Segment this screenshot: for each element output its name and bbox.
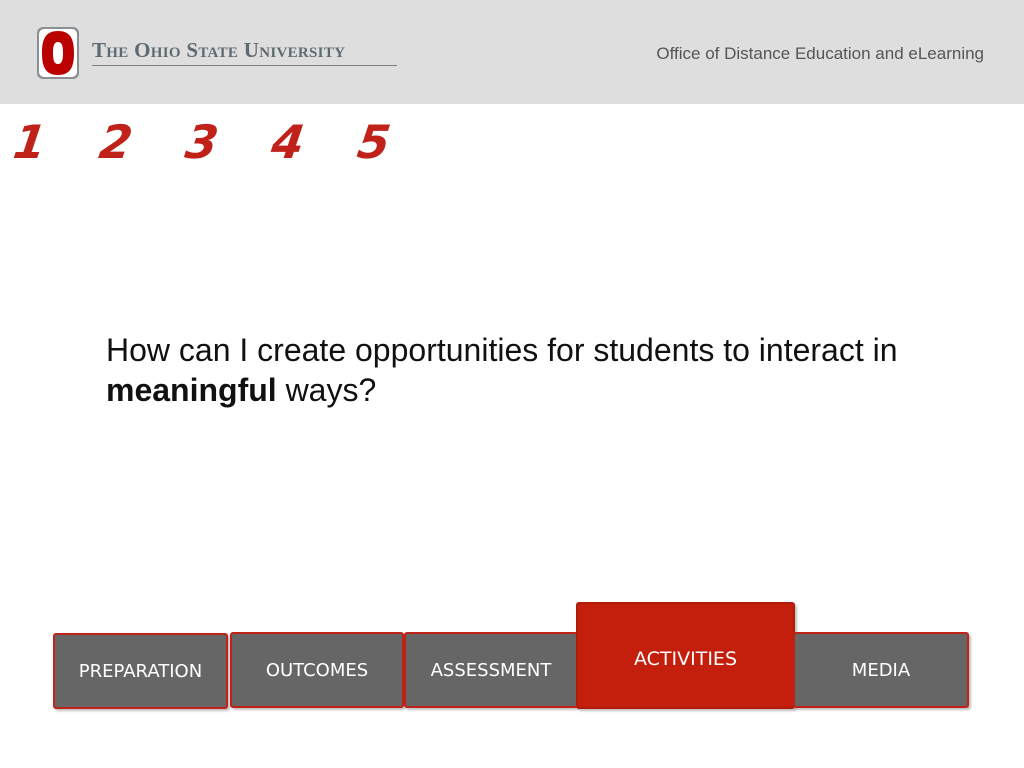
step-numbers: 1 2 3 4 5	[10, 112, 444, 172]
office-title: Office of Distance Education and eLearni…	[656, 44, 984, 63]
tab-label: PREPARATION	[78, 660, 203, 682]
step-number-4[interactable]: 4	[268, 112, 362, 172]
slide: The Ohio State University Office of Dist…	[0, 0, 1024, 768]
question-text-end: ways?	[276, 372, 377, 408]
question-emphasis: meaningful	[106, 372, 277, 408]
ohio-state-block-o-logo-icon	[37, 27, 79, 79]
tab-label: ACTIVITIES	[633, 648, 737, 670]
header-bar: The Ohio State University Office of Dist…	[0, 0, 1024, 104]
tab-activities[interactable]: ACTIVITIES	[576, 602, 795, 709]
university-name-underline	[92, 65, 397, 66]
tab-outcomes[interactable]: OUTCOMES	[230, 632, 404, 708]
tab-label: ASSESSMENT	[430, 659, 552, 681]
question-text: How can I create opportunities for stude…	[106, 330, 946, 410]
step-number-5[interactable]: 5	[354, 112, 448, 172]
step-number-2[interactable]: 2	[96, 112, 190, 172]
university-name: The Ohio State University	[92, 38, 346, 62]
tab-media[interactable]: MEDIA	[793, 632, 969, 708]
tab-preparation[interactable]: PREPARATION	[53, 633, 228, 709]
tab-label: OUTCOMES	[265, 659, 369, 681]
step-number-1[interactable]: 1	[10, 112, 104, 172]
step-number-3[interactable]: 3	[182, 112, 276, 172]
tab-assessment[interactable]: ASSESSMENT	[404, 632, 578, 708]
question-text-start: How can I create opportunities for stude…	[106, 332, 898, 368]
tab-label: MEDIA	[851, 659, 911, 681]
